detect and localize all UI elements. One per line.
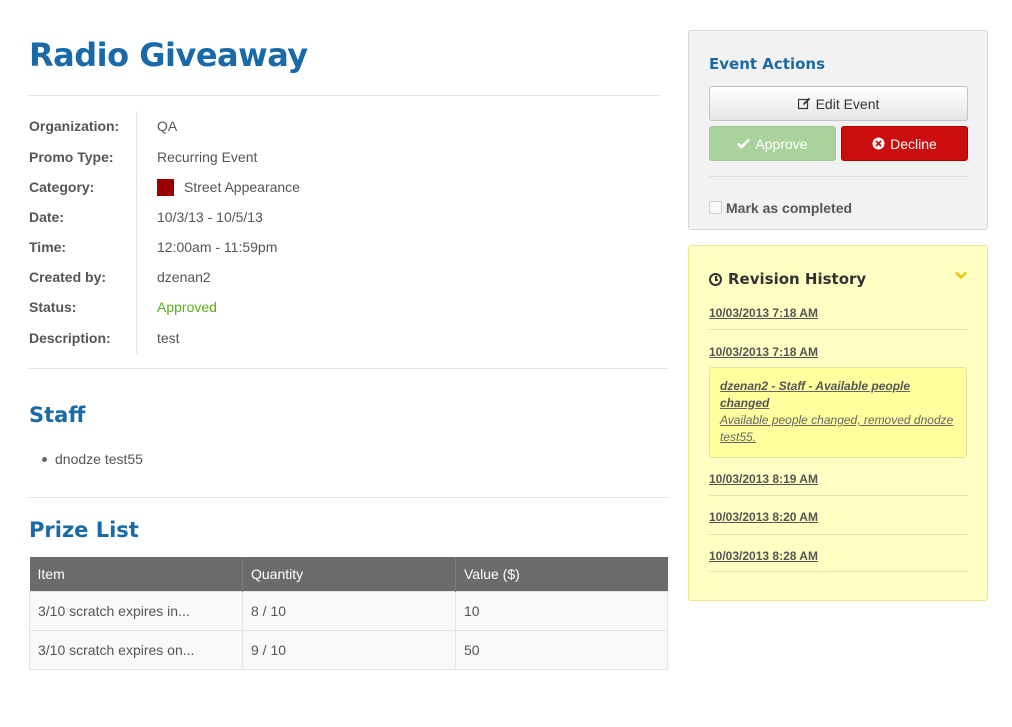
- chevron-down-icon[interactable]: [954, 268, 968, 282]
- edit-event-button[interactable]: Edit Event: [709, 86, 968, 121]
- table-row: 3/10 scratch expires on... 9 / 10 50: [29, 629, 668, 670]
- detail-label: Description:: [29, 330, 111, 346]
- column-header-value: Value ($): [455, 557, 668, 591]
- detail-label: Category:: [29, 179, 95, 195]
- divider: [709, 495, 968, 496]
- table-row: 3/10 scratch expires in... 8 / 10 10: [29, 590, 668, 631]
- event-actions-title: Event Actions: [709, 55, 825, 73]
- revision-entry-link[interactable]: 10/03/2013 7:18 AM: [709, 306, 818, 320]
- approve-button[interactable]: Approve: [709, 126, 836, 161]
- revision-entry-link[interactable]: 10/03/2013 8:28 AM: [709, 549, 818, 563]
- detail-value: 10/3/13 - 10/5/13: [157, 209, 263, 225]
- mark-completed-label[interactable]: Mark as completed: [726, 200, 852, 216]
- decline-label: Decline: [890, 135, 937, 152]
- revision-detail-title: dzenan2 - Staff - Available people chang…: [720, 379, 911, 410]
- bullet-icon: [42, 457, 47, 462]
- check-icon: [737, 138, 751, 149]
- detail-value: Street Appearance: [184, 179, 300, 195]
- divider: [709, 571, 968, 572]
- divider: [709, 176, 968, 177]
- detail-label: Created by:: [29, 269, 107, 285]
- revision-detail-card[interactable]: dzenan2 - Staff - Available people chang…: [709, 367, 967, 458]
- cell-quantity: 8 / 10: [242, 590, 456, 631]
- edit-icon: [797, 97, 810, 110]
- status-value: Approved: [157, 299, 217, 315]
- staff-heading: Staff: [29, 403, 86, 427]
- mark-completed-checkbox[interactable]: [709, 201, 722, 214]
- cell-value: 10: [455, 590, 668, 631]
- edit-event-label: Edit Event: [815, 95, 880, 112]
- column-header-item: Item: [29, 557, 243, 591]
- revision-entry-link[interactable]: 10/03/2013 8:19 AM: [709, 472, 818, 486]
- divider: [709, 534, 968, 535]
- detail-label: Date:: [29, 209, 65, 225]
- cell-item: 3/10 scratch expires on...: [29, 629, 243, 670]
- revision-detail-body: Available people changed, removed dnodze…: [720, 413, 954, 444]
- prize-table: Item Quantity Value ($) 3/10 scratch exp…: [29, 557, 668, 670]
- staff-name: dnodze test55: [55, 451, 143, 467]
- divider: [709, 329, 968, 330]
- decline-button[interactable]: Decline: [841, 126, 968, 161]
- detail-value: 12:00am - 11:59pm: [157, 239, 278, 255]
- times-circle-icon: [872, 137, 885, 150]
- revision-history-title: Revision History: [728, 270, 867, 288]
- revision-entry-link[interactable]: 10/03/2013 7:18 AM: [709, 345, 818, 359]
- detail-label: Status:: [29, 299, 77, 315]
- divider: [29, 95, 659, 96]
- detail-value: test: [157, 330, 180, 346]
- detail-label: Organization:: [29, 118, 120, 134]
- detail-value: Recurring Event: [157, 149, 258, 165]
- table-header-row: Item Quantity Value ($): [29, 557, 668, 591]
- clock-icon: [709, 272, 722, 286]
- revision-entry-link[interactable]: 10/03/2013 8:20 AM: [709, 510, 818, 524]
- column-header-quantity: Quantity: [242, 557, 456, 591]
- staff-list-item: dnodze test55: [42, 449, 143, 469]
- cell-quantity: 9 / 10: [242, 629, 456, 670]
- detail-label: Time:: [29, 239, 67, 255]
- detail-value: QA: [157, 118, 178, 134]
- divider: [29, 497, 669, 498]
- page-title: Radio Giveaway: [29, 36, 308, 74]
- approve-label: Approve: [755, 135, 808, 152]
- details-list: Organization: QA Promo Type: Recurring E…: [29, 111, 669, 354]
- category-color-swatch: [157, 179, 174, 196]
- detail-value: dzenan2: [157, 269, 211, 285]
- event-actions-panel: Event Actions Edit Event Approve Decline…: [688, 30, 988, 230]
- divider: [29, 368, 669, 369]
- cell-item: 3/10 scratch expires in...: [29, 590, 243, 631]
- detail-label: Promo Type:: [29, 149, 114, 165]
- revision-history-panel: Revision History 10/03/2013 7:18 AM 10/0…: [688, 245, 988, 601]
- cell-value: 50: [455, 629, 668, 670]
- prize-list-heading: Prize List: [29, 518, 139, 542]
- revision-history-header[interactable]: Revision History: [709, 270, 866, 288]
